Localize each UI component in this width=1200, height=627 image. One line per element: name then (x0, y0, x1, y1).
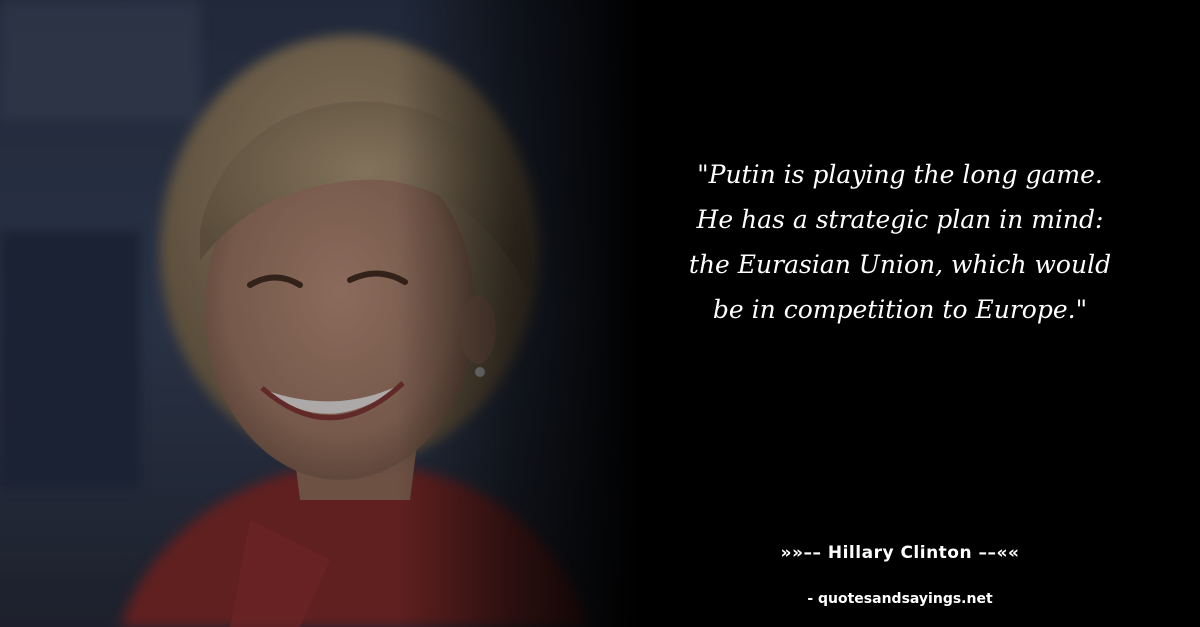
source-website: - quotesandsayings.net (807, 591, 993, 607)
portrait-photo (0, 0, 640, 627)
portrait-image (0, 0, 640, 627)
quote-text: "Putin is playing the long game. He has … (688, 160, 1112, 324)
quote-card: "Putin is playing the long game. He has … (0, 0, 1200, 627)
author-attribution: »»–– Hillary Clinton ––«« (780, 543, 1020, 563)
